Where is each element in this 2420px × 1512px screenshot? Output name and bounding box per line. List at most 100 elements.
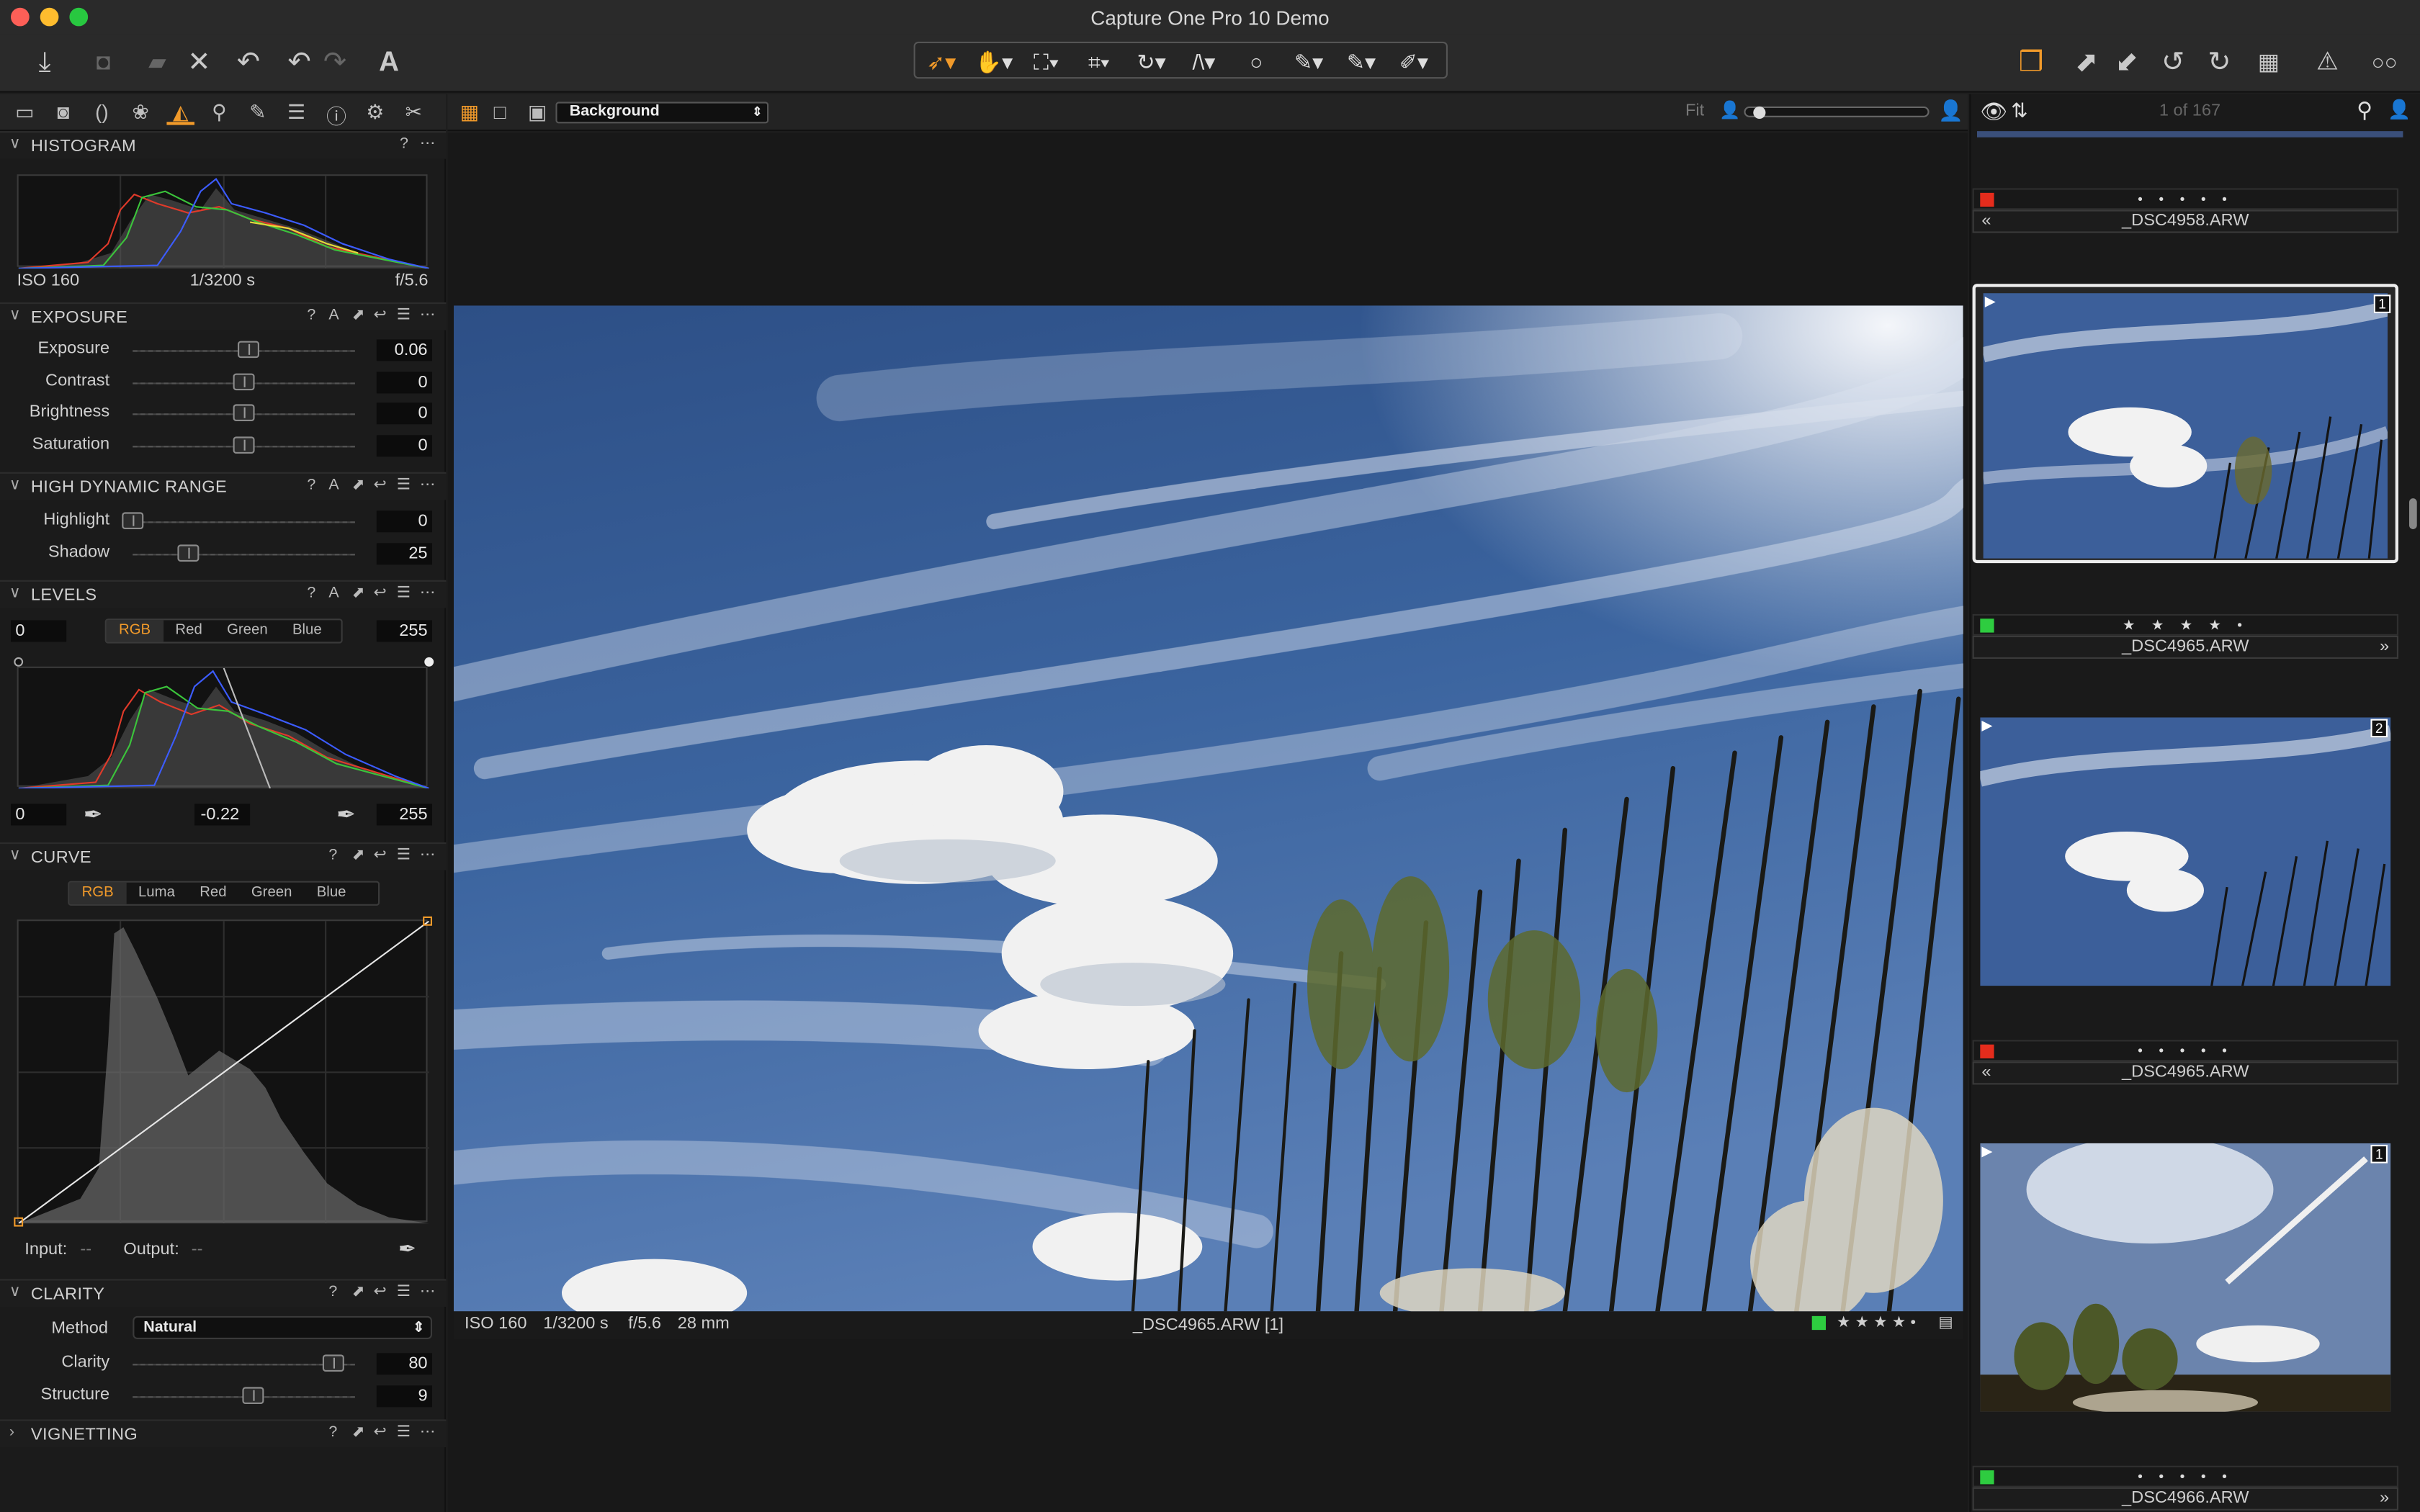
help-icon[interactable]: ? xyxy=(400,136,408,153)
presets-icon[interactable]: ☰ xyxy=(397,307,411,324)
local-adjustments-tab-icon[interactable]: ✎ xyxy=(244,100,272,125)
collapse-chevron-icon[interactable]: ∨ xyxy=(9,136,21,153)
rotate-tool-icon[interactable]: ↻▾ xyxy=(1128,46,1174,77)
sort-icon[interactable]: ⇅ xyxy=(2011,99,2027,123)
eraser-tool-icon[interactable]: ✎▾ xyxy=(1338,46,1384,77)
proof-view-icon[interactable]: ▣ xyxy=(528,100,547,125)
levels-white-handle[interactable] xyxy=(424,657,434,667)
clarity-header[interactable]: ∨ CLARITY ? ⬈ ↩ ☰ ⋯ xyxy=(0,1279,447,1307)
color-tab-icon[interactable]: ❀ xyxy=(127,100,155,125)
collapse-chevron-icon[interactable]: ∨ xyxy=(9,477,21,494)
slider-knob[interactable] xyxy=(233,372,255,390)
camera-icon[interactable]: ◘ xyxy=(86,43,120,80)
more-options-icon[interactable]: ⋯ xyxy=(420,847,435,864)
presets-icon[interactable]: ☰ xyxy=(397,847,411,864)
help-icon[interactable]: ? xyxy=(328,1284,337,1301)
visibility-eye-icon[interactable]: 👁 xyxy=(1980,99,2007,125)
more-options-icon[interactable]: ⋯ xyxy=(420,1424,435,1441)
zoom-out-person-icon[interactable]: 👤 xyxy=(1719,100,1740,120)
curve-end-point[interactable] xyxy=(423,916,432,926)
color-tag[interactable] xyxy=(1980,1044,1994,1058)
expand-variants-icon[interactable]: » xyxy=(2380,637,2389,657)
curve-channel-red[interactable]: Red xyxy=(187,883,239,904)
library-tab-icon[interactable]: ▭ xyxy=(11,100,39,125)
slider-track[interactable] xyxy=(133,521,355,523)
thumbnail-rating-bar[interactable]: ★ ★ ★ ★ • xyxy=(1972,613,2398,636)
exposure-warning-icon[interactable]: ⚠ xyxy=(2309,43,2346,80)
apply-adjustments-icon[interactable]: ⬋ xyxy=(2108,43,2145,80)
auto-adjust-icon[interactable]: A xyxy=(328,477,339,494)
import-icon[interactable]: ⤓ xyxy=(28,43,62,80)
slider-knob[interactable] xyxy=(237,341,259,359)
levels-channel-red[interactable]: Red xyxy=(163,620,215,642)
levels-channel-blue[interactable]: Blue xyxy=(280,620,334,642)
presets-icon[interactable]: ☰ xyxy=(397,477,411,494)
levels-output-low[interactable]: 0 xyxy=(11,804,67,826)
expand-variants-icon[interactable]: » xyxy=(2380,1489,2389,1509)
color-tag[interactable] xyxy=(1811,1315,1826,1331)
copy-apply-icon[interactable]: ⬈ xyxy=(352,1284,365,1301)
search-icon[interactable]: ⚲ xyxy=(2357,97,2372,123)
thumbnail-rating-bar[interactable]: • • • • • xyxy=(1972,188,2398,210)
black-point-picker-icon[interactable]: ✒ xyxy=(84,801,103,828)
curve-channel-luma[interactable]: Luma xyxy=(126,883,187,904)
slider-value-field[interactable]: 0 xyxy=(376,434,432,456)
reset-icon[interactable]: ↩ xyxy=(374,847,387,864)
vignetting-header[interactable]: › VIGNETTING ? ⬈ ↩ ☰ ⋯ xyxy=(0,1419,447,1447)
slider-track[interactable] xyxy=(133,1364,355,1366)
more-options-icon[interactable]: ⋯ xyxy=(420,307,435,324)
pointer-tool-icon[interactable]: ➶▾ xyxy=(918,46,964,77)
exposure-header[interactable]: ∨ EXPOSURE ? A ⬈ ↩ ☰ ⋯ xyxy=(0,302,447,330)
curve-channel-rgb[interactable]: RGB xyxy=(69,882,126,904)
loupe-tool-icon[interactable]: ⛶▾ xyxy=(1023,46,1070,77)
proof-glasses-icon[interactable]: ○○ xyxy=(2362,43,2408,80)
zoom-fit-label[interactable]: Fit xyxy=(1685,102,1704,120)
curve-channel-green[interactable]: Green xyxy=(239,883,305,904)
thumbnail-rating-bar[interactable]: • • • • • xyxy=(1972,1465,2398,1488)
browser-scrollbar-thumb[interactable] xyxy=(2409,498,2417,529)
color-tag[interactable] xyxy=(1980,1470,1994,1485)
curve-header[interactable]: ∨ CURVE ? ⬈ ↩ ☰ ⋯ xyxy=(0,842,447,870)
zoom-in-person-icon[interactable]: 👤 xyxy=(1938,99,1963,123)
slider-value-field[interactable]: 0 xyxy=(376,371,432,393)
help-icon[interactable]: ? xyxy=(328,847,337,864)
copy-apply-icon[interactable]: ⬈ xyxy=(352,307,365,324)
thumbnail-rating-bar[interactable]: • • • • • xyxy=(1972,1040,2398,1062)
variants-icon[interactable]: ❒ xyxy=(2009,43,2053,80)
hdr-header[interactable]: ∨ HIGH DYNAMIC RANGE ? A ⬈ ↩ ☰ ⋯ xyxy=(0,472,447,500)
collapse-chevron-icon[interactable]: ∨ xyxy=(9,307,21,324)
slider-value-field[interactable]: 80 xyxy=(376,1353,432,1375)
levels-channel-green[interactable]: Green xyxy=(215,620,280,642)
curve-picker-icon[interactable]: ✒ xyxy=(398,1236,416,1261)
main-photo[interactable] xyxy=(454,305,1963,1312)
redo-icon[interactable]: ↷ xyxy=(318,43,351,80)
levels-input-low[interactable]: 0 xyxy=(11,620,67,642)
slider-value-field[interactable]: 25 xyxy=(376,542,432,564)
star-rating[interactable]: ★★★★• xyxy=(1837,1315,1921,1332)
curve-start-point[interactable] xyxy=(14,1217,24,1227)
multi-view-icon[interactable]: ▦ xyxy=(460,100,479,125)
levels-header[interactable]: ∨ LEVELS ? A ⬈ ↩ ☰ ⋯ xyxy=(0,580,447,608)
crop-tool-icon[interactable]: ⌗▾ xyxy=(1076,46,1122,77)
rotate-left-icon[interactable]: ↺ xyxy=(2154,43,2191,80)
expand-chevron-icon[interactable]: › xyxy=(9,1424,14,1441)
levels-input-high[interactable]: 255 xyxy=(376,620,432,642)
more-options-icon[interactable]: ⋯ xyxy=(420,136,435,153)
slider-knob[interactable] xyxy=(122,512,144,529)
settings-tab-icon[interactable]: ⚙ xyxy=(361,100,389,125)
slider-knob[interactable] xyxy=(241,1386,264,1403)
help-icon[interactable]: ? xyxy=(328,1424,337,1441)
picker-tool-icon[interactable]: ✐▾ xyxy=(1391,46,1437,77)
levels-black-handle[interactable] xyxy=(14,657,24,667)
auto-adjust-icon[interactable]: A xyxy=(328,307,339,324)
metadata-tab-icon[interactable]: ☰ xyxy=(282,100,310,125)
variant-menu-icon[interactable]: ▤ xyxy=(1938,1315,1953,1332)
star-rating[interactable]: ★ ★ ★ ★ • xyxy=(2123,617,2249,632)
thumbnail[interactable]: ▶︎ 1 xyxy=(1972,1138,2398,1413)
clarity-method-select[interactable]: Natural ⇕ xyxy=(133,1315,432,1339)
layer-select[interactable]: Background ⇕ xyxy=(555,102,769,124)
slider-knob[interactable] xyxy=(233,404,255,421)
single-view-icon[interactable]: □ xyxy=(494,100,506,123)
reset-icon[interactable]: ↩ xyxy=(374,585,387,602)
star-rating[interactable]: • • • • • xyxy=(2138,192,2233,207)
